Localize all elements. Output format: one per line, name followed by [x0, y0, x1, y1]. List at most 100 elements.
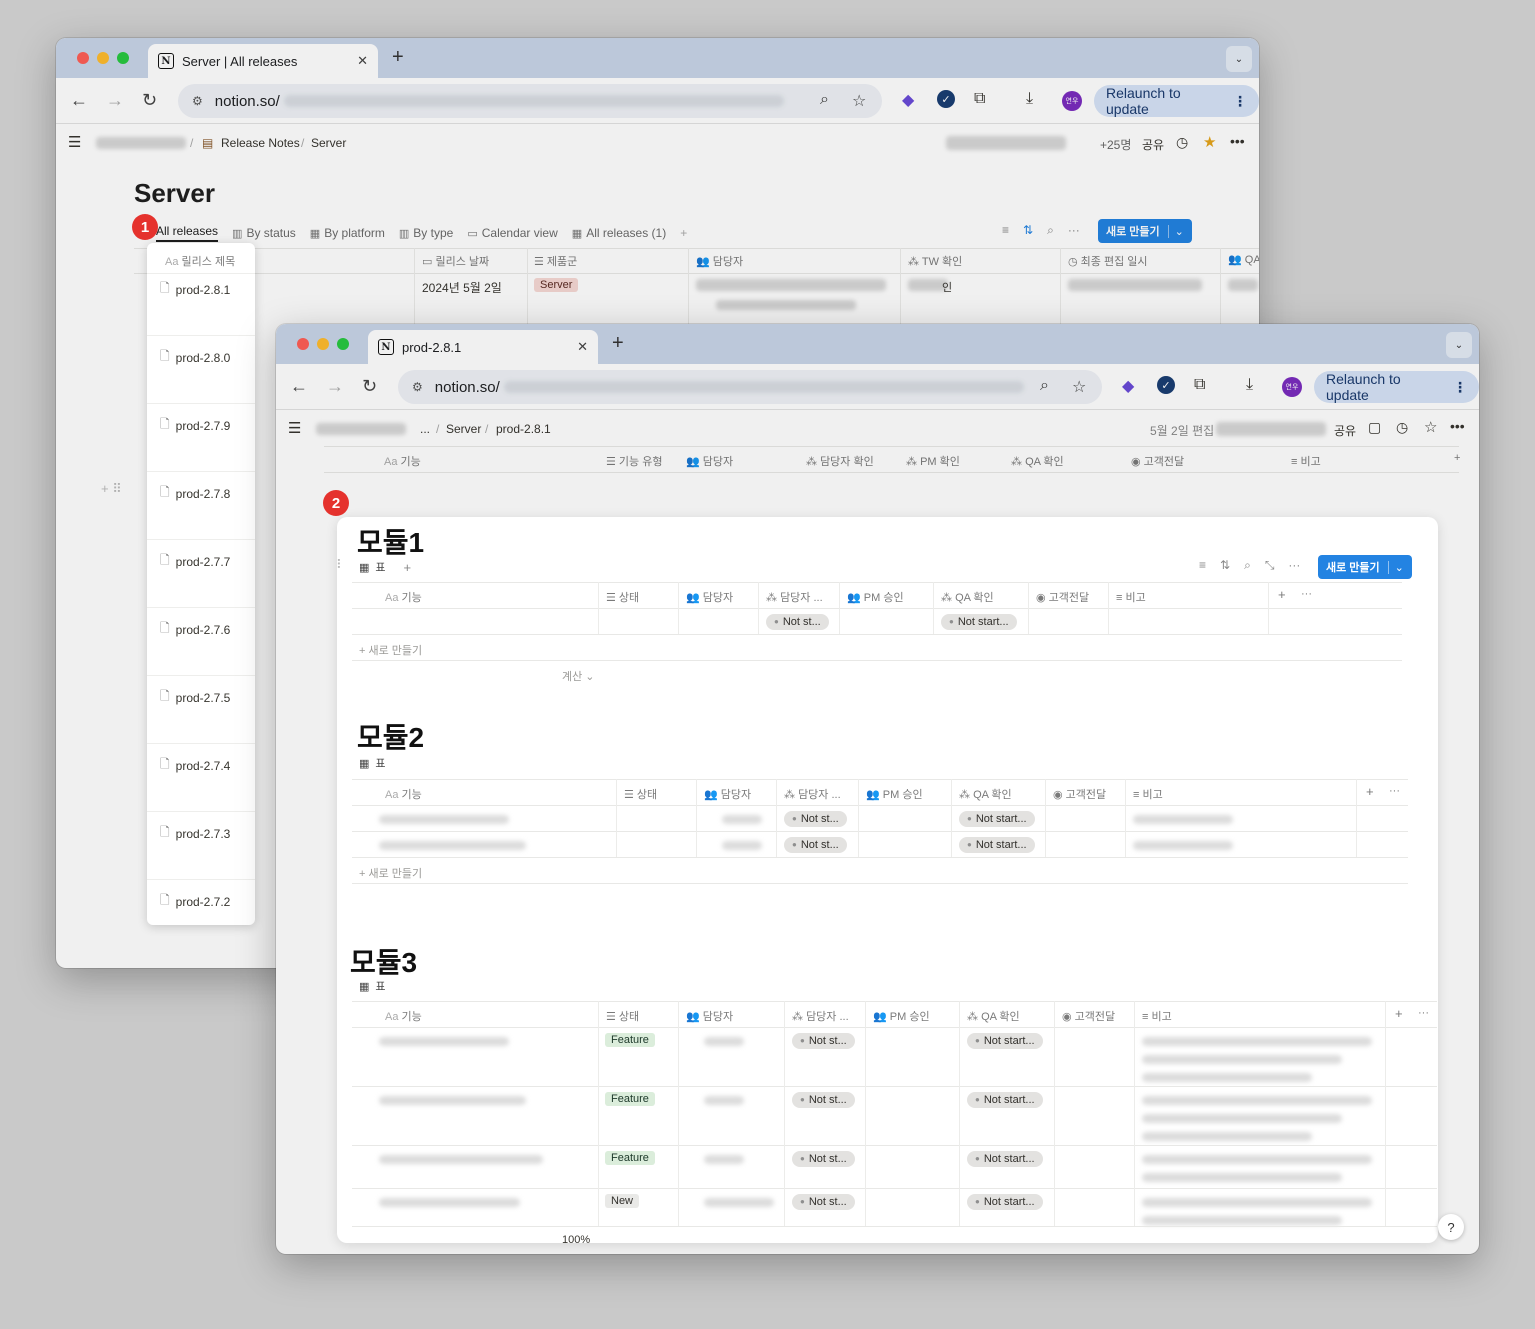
download-icon[interactable]: ⤓: [1026, 90, 1033, 108]
view-all-releases-1[interactable]: ▦ All releases (1): [572, 224, 666, 242]
col-header[interactable]: ◉ 고객전달: [1036, 589, 1089, 605]
sidebar-toggle-icon[interactable]: ☰: [288, 419, 301, 437]
new-tab-button[interactable]: +: [612, 332, 624, 355]
db-more-icon[interactable]: ···: [1068, 223, 1080, 238]
new-item-button[interactable]: 새로 만들기 ⌄: [1318, 555, 1412, 579]
add-row-button[interactable]: + 새로 만들기: [359, 865, 422, 881]
address-bar[interactable]: ⚙ notion.so/ ⌕ ☆: [178, 84, 882, 118]
browser-tab[interactable]: N Server | All releases ✕: [148, 44, 378, 78]
db-more-icon[interactable]: ···: [1288, 558, 1300, 573]
top-col-header[interactable]: ◉ 고객전달: [1131, 453, 1184, 469]
view-by-type[interactable]: ▥ By type: [399, 224, 453, 242]
check-extension-icon[interactable]: ✓: [1157, 376, 1175, 394]
owner-check-pill[interactable]: Not st...: [792, 1092, 855, 1108]
col-header[interactable]: Aa 기능: [385, 1008, 422, 1024]
qa-check-pill[interactable]: Not start...: [967, 1151, 1043, 1167]
owner-check-pill[interactable]: Not st...: [792, 1151, 855, 1167]
new-tab-button[interactable]: +: [392, 46, 404, 69]
favorite-star-icon[interactable]: ☆: [1424, 418, 1437, 436]
col-header[interactable]: 👥 PM 승인: [866, 786, 923, 802]
site-info-icon[interactable]: ⚙: [412, 380, 423, 394]
owner-check-pill[interactable]: Not st...: [766, 614, 829, 630]
release-item[interactable]: 🗋 prod-2.7.4: [160, 755, 230, 776]
qa-check-pill[interactable]: Not start...: [941, 614, 1017, 630]
col-product[interactable]: ☰ 제품군: [534, 253, 577, 269]
maximize-window-button[interactable]: [337, 338, 349, 350]
release-item[interactable]: 🗋 prod-2.8.0: [160, 347, 230, 368]
relaunch-button[interactable]: Relaunch to update ⋮: [1094, 85, 1259, 117]
more-icon[interactable]: ⋮: [1233, 93, 1247, 110]
qa-check-pill[interactable]: Not start...: [967, 1092, 1043, 1108]
relaunch-button[interactable]: Relaunch to update ⋮: [1314, 371, 1479, 403]
close-window-button[interactable]: [77, 52, 89, 64]
col-header[interactable]: ⁂ QA 확인: [959, 786, 1012, 802]
add-row-handle[interactable]: + ⠿: [101, 481, 122, 497]
table-view-tab[interactable]: ▦ 표: [359, 755, 386, 771]
add-column-icon[interactable]: +: [1278, 587, 1286, 602]
add-row-button[interactable]: + 새로 만들기: [359, 642, 422, 658]
add-view-button[interactable]: +: [680, 224, 687, 242]
col-header[interactable]: ≡ 비고: [1142, 1008, 1172, 1024]
page-more-icon[interactable]: •••: [1230, 133, 1245, 149]
add-view-icon[interactable]: +: [404, 560, 412, 575]
qa-check-pill[interactable]: Not start...: [959, 837, 1035, 853]
zoom-icon[interactable]: ⌕: [1040, 377, 1049, 395]
maximize-window-button[interactable]: [117, 52, 129, 64]
col-header[interactable]: ⁂ QA 확인: [967, 1008, 1020, 1024]
extension-icon[interactable]: ◆: [902, 90, 914, 110]
status-chip[interactable]: Feature: [605, 1151, 655, 1165]
column-more-icon[interactable]: ···: [1389, 785, 1400, 797]
status-chip[interactable]: New: [605, 1194, 640, 1208]
add-column-icon[interactable]: +: [1366, 784, 1374, 799]
profile-avatar[interactable]: 연우: [1282, 377, 1302, 397]
col-owner[interactable]: 👥 담당자: [696, 253, 743, 269]
breadcrumb-ellipsis[interactable]: ...: [420, 422, 430, 436]
zoom-icon[interactable]: ⌕: [820, 91, 829, 109]
col-header[interactable]: Aa 기능: [385, 589, 422, 605]
release-item[interactable]: 🗋 prod-2.7.3: [160, 823, 230, 844]
tab-search-button[interactable]: ⌄: [1446, 332, 1472, 358]
top-col-header[interactable]: ⁂ 담당자 확인: [806, 453, 874, 469]
view-calendar[interactable]: ▭ Calendar view: [467, 224, 557, 242]
puzzle-icon[interactable]: ⧉: [974, 90, 985, 108]
view-by-platform[interactable]: ▦ By platform: [310, 224, 385, 242]
help-button[interactable]: ?: [1438, 1214, 1464, 1240]
back-arrow-icon[interactable]: ←: [70, 90, 88, 111]
add-column-icon[interactable]: +: [1395, 1006, 1403, 1021]
status-chip[interactable]: Feature: [605, 1033, 655, 1047]
column-more-icon[interactable]: ···: [1301, 588, 1312, 600]
add-column-icon[interactable]: +: [1454, 452, 1460, 464]
block-drag-handle[interactable]: + ⠿: [337, 557, 342, 573]
expand-icon[interactable]: ⤡: [1265, 558, 1275, 573]
qa-check-pill[interactable]: Not start...: [959, 811, 1035, 827]
release-item[interactable]: 🗋 prod-2.7.8: [160, 483, 230, 504]
site-info-icon[interactable]: ⚙: [192, 94, 203, 108]
col-header[interactable]: 👥 PM 승인: [873, 1008, 930, 1024]
calculate-button[interactable]: 계산 ⌄: [562, 668, 595, 684]
search-icon[interactable]: ⌕: [1244, 558, 1251, 573]
history-icon[interactable]: ◷: [1176, 134, 1188, 151]
release-item[interactable]: 🗋 prod-2.7.5: [160, 687, 230, 708]
minimize-window-button[interactable]: [97, 52, 109, 64]
col-header[interactable]: ≡ 비고: [1133, 786, 1163, 802]
col-header[interactable]: 👥 담당자: [686, 589, 733, 605]
col-header[interactable]: ≡ 비고: [1116, 589, 1146, 605]
new-page-button[interactable]: 새로 만들기 ⌄: [1098, 219, 1192, 243]
top-col-header[interactable]: ☰ 기능 유형: [606, 453, 662, 469]
share-button[interactable]: 공유: [1142, 136, 1164, 153]
forward-arrow-icon[interactable]: →: [106, 90, 124, 111]
col-header[interactable]: ⁂ QA 확인: [941, 589, 994, 605]
owner-check-pill[interactable]: Not st...: [784, 811, 847, 827]
reload-icon[interactable]: ↻: [142, 90, 157, 111]
sort-icon[interactable]: ⇅: [1023, 223, 1033, 238]
product-chip[interactable]: Server: [534, 278, 579, 292]
breadcrumb-page[interactable]: prod-2.8.1: [496, 422, 551, 436]
comments-icon[interactable]: ▢: [1368, 419, 1381, 436]
table-view-tab[interactable]: ▦ 표 +: [359, 559, 411, 575]
status-chip[interactable]: Feature: [605, 1092, 655, 1106]
col-header[interactable]: ☰ 상태: [606, 589, 639, 605]
profile-avatar[interactable]: 연우: [1062, 91, 1082, 111]
col-header[interactable]: ⁂ 담당자 ...: [784, 786, 841, 802]
owner-check-pill[interactable]: Not st...: [784, 837, 847, 853]
qa-check-pill[interactable]: Not start...: [967, 1033, 1043, 1049]
